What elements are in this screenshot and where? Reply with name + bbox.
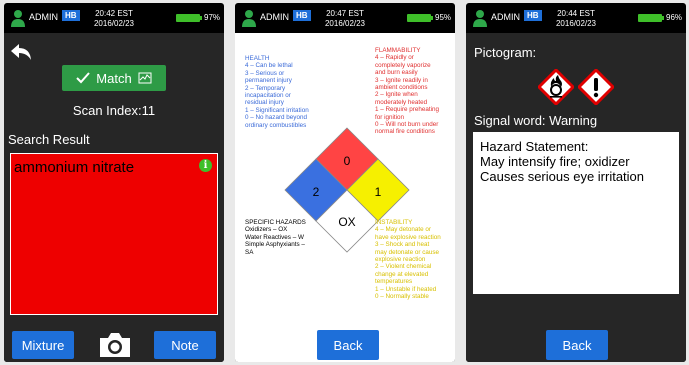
special-legend: SPECIFIC HAZARDS Oxidizers – OX Water Re…: [245, 219, 330, 256]
nfpa-content: HEALTH 4 – Can be lethal 3 – Serious or …: [235, 33, 455, 362]
health-line: incapacitation or: [245, 92, 291, 100]
instability-line: 3 – Shock and heat: [375, 241, 430, 249]
flammability-title: FLAMMABILITY: [375, 47, 421, 54]
health-line: 2 – Temporary: [245, 84, 286, 92]
battery-icon: [407, 14, 431, 22]
hazard-statement: Causes serious eye irritation: [480, 169, 645, 184]
search-result-box[interactable]: ammonium nitrate i: [10, 153, 218, 315]
status-bar: ADMIN HB 20:42 EST 2016/02/23 97%: [4, 3, 224, 33]
health-line: permanent injury: [245, 77, 292, 85]
battery-icon: [638, 14, 662, 22]
back-button[interactable]: Back: [546, 330, 608, 360]
hazard-statement: May intensify fire; oxidizer: [480, 154, 630, 169]
instability-line: may detonate or cause: [375, 248, 440, 256]
flammability-line: for ignition: [375, 113, 405, 121]
special-line: Water Reactives – W: [245, 233, 304, 241]
instability-line: 2 – Violent chemical: [375, 263, 432, 271]
health-line: 4 – Can be lethal: [245, 62, 293, 70]
health-line: 1 – Significant irritation: [245, 106, 309, 114]
flammability-line: completely vaporize: [375, 61, 431, 69]
check-icon: [76, 72, 91, 84]
flammability-line: 3 – Ignite readily in: [375, 76, 428, 84]
hazard-statement-title: Hazard Statement:: [480, 139, 589, 154]
back-arrow-icon[interactable]: [10, 43, 32, 61]
info-icon[interactable]: i: [199, 159, 212, 172]
nfpa-screen: ADMIN HB 20:47 EST 2016/02/23 95% HEALTH…: [235, 3, 455, 362]
instability-line: 1 – Unstable if heated: [375, 285, 437, 293]
instability-line: explosive reaction: [375, 256, 426, 264]
special-title: SPECIFIC HAZARDS: [245, 219, 306, 226]
back-button[interactable]: Back: [317, 330, 379, 360]
flame-over-circle-icon: [538, 69, 574, 105]
match-button[interactable]: Match: [62, 65, 166, 91]
ghs-content: Pictogram: Signal word: Warning Hazard S…: [466, 33, 686, 362]
health-line: 0 – No hazard beyond: [245, 114, 307, 122]
flammability-line: moderately heated: [375, 98, 428, 106]
result-name[interactable]: ammonium nitrate: [14, 159, 134, 176]
scan-screen: ADMIN HB 20:42 EST 2016/02/23 97% Match …: [4, 3, 224, 362]
health-line: residual injury: [245, 99, 284, 107]
flammability-line: 4 – Rapidly or: [375, 54, 414, 62]
special-rating: OX: [338, 215, 355, 229]
flammability-line: ambient conditions: [375, 84, 428, 92]
camera-icon[interactable]: [98, 331, 132, 359]
special-line: Oxidizers – OX: [245, 226, 288, 234]
special-line: Simple Asphyxiants –: [245, 241, 305, 249]
ghs-screen: ADMIN HB 20:44 EST 2016/02/23 96% Pictog…: [466, 3, 686, 362]
scan-content: Match Scan Index:11 Search Result ammoni…: [4, 33, 224, 362]
instability-line: 4 – May detonate or: [375, 226, 432, 234]
special-line: SA: [245, 248, 254, 256]
chart-icon: [138, 72, 152, 84]
instability-line: change at elevated: [375, 270, 429, 278]
instability-line: have explosive reaction: [375, 233, 441, 241]
battery-percent: 95%: [435, 13, 452, 22]
instability-line: temperatures: [375, 278, 413, 286]
mixture-button[interactable]: Mixture: [12, 331, 74, 359]
match-label: Match: [96, 70, 132, 86]
battery-percent: 96%: [666, 13, 683, 22]
instability-line: 0 – Normally stable: [375, 293, 429, 301]
health-line: 3 – Serious or: [245, 69, 285, 77]
note-button[interactable]: Note: [154, 331, 216, 359]
status-bar: ADMIN HB 20:44 EST 2016/02/23 96%: [466, 3, 686, 33]
scan-index: Scan Index:11: [72, 103, 156, 118]
search-result-label: Search Result: [8, 132, 90, 147]
health-title: HEALTH: [245, 55, 270, 62]
pictogram-label: Pictogram:: [474, 45, 537, 60]
battery-icon: [176, 14, 200, 22]
instability-rating: 1: [375, 185, 382, 199]
hazard-statement-box: Hazard Statement: May intensify fire; ox…: [473, 132, 679, 294]
status-bar: ADMIN HB 20:47 EST 2016/02/23 95%: [235, 3, 455, 33]
flammability-line: 2 – Ignite when: [375, 91, 418, 99]
instability-title: INSTABILITY: [375, 219, 413, 226]
exclamation-mark-icon: [578, 69, 614, 105]
battery-percent: 97%: [204, 13, 221, 22]
flammability-rating: 0: [344, 154, 351, 168]
flammability-line: 1 – Require preheating: [375, 106, 440, 114]
health-legend: HEALTH 4 – Can be lethal 3 – Serious or …: [245, 55, 340, 129]
instability-legend: INSTABILITY 4 – May detonate or have exp…: [375, 219, 455, 300]
flammability-line: and burn easily: [375, 69, 418, 77]
health-rating: 2: [313, 185, 320, 199]
signal-word: Signal word: Warning: [474, 113, 598, 128]
flammability-legend: FLAMMABILITY 4 – Rapidly or completely v…: [375, 47, 455, 136]
